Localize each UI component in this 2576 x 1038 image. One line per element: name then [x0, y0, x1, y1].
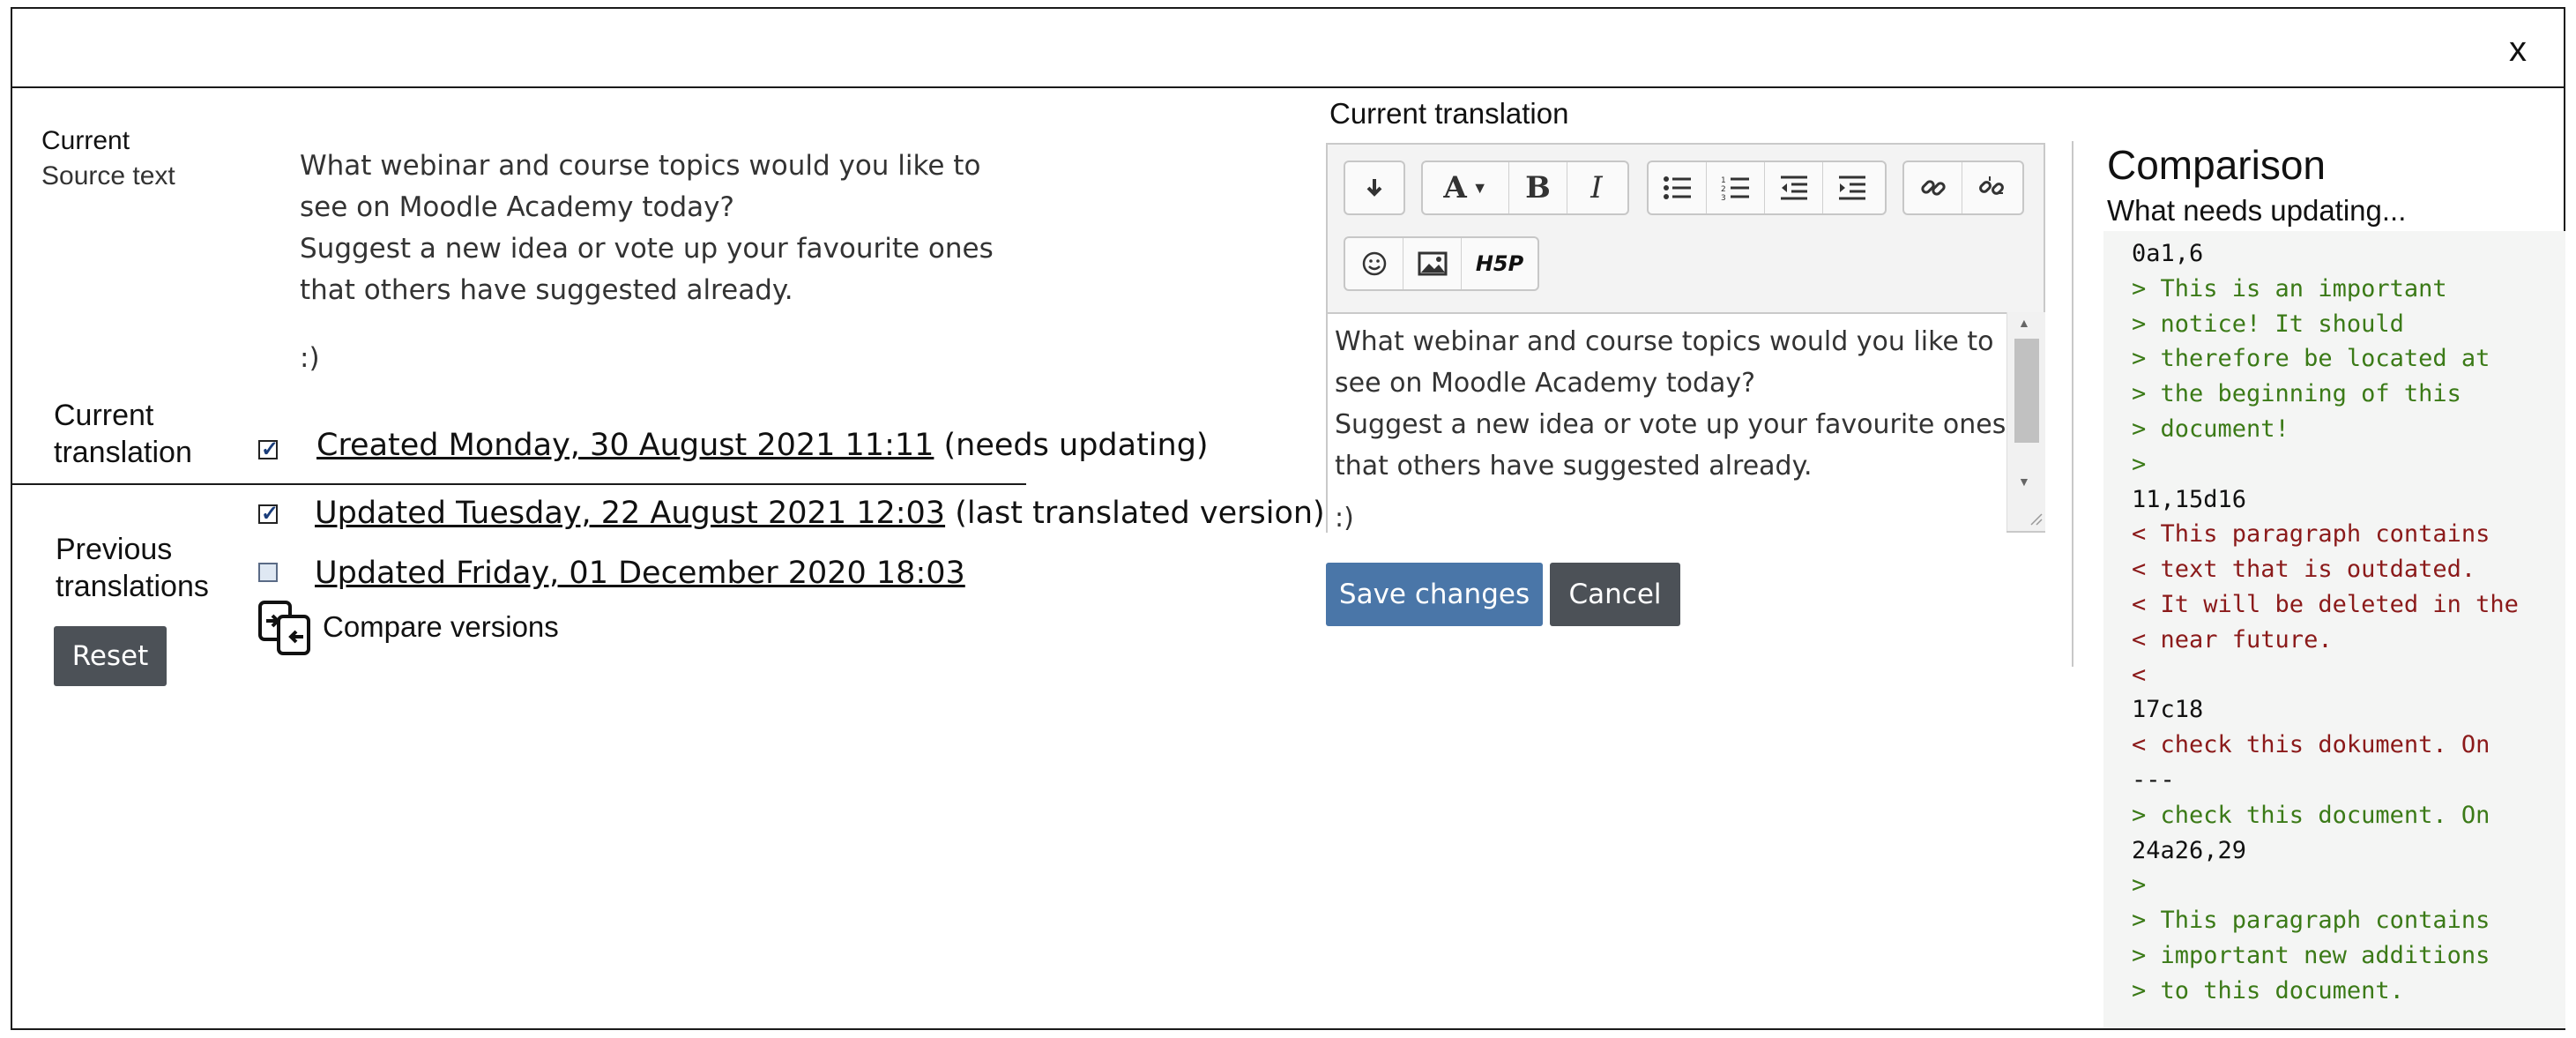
- diff-line-header: 11,15d16: [2132, 485, 2247, 513]
- diff-line-added: > important new additions: [2132, 941, 2490, 969]
- indent-icon[interactable]: [1823, 162, 1881, 213]
- comparison-subtitle: What needs updating...: [2107, 194, 2407, 227]
- previous-translations-label: Previous translations: [56, 531, 209, 605]
- comparison-divider: [2072, 141, 2073, 667]
- previous-version-1-status: (last translated version): [945, 496, 1325, 531]
- diff-line-header: 17c18: [2132, 696, 2204, 724]
- diff-line-removed: < text that is outdated.: [2132, 556, 2476, 584]
- svg-text:3: 3: [1721, 194, 1726, 201]
- current-translation-label-line1: Current: [54, 399, 154, 432]
- translation-editor: A ▼ B I 123 H5P What webinar and course …: [1326, 143, 2045, 533]
- previous-version-2-checkbox[interactable]: [258, 563, 278, 582]
- title-bar-divider: [11, 86, 2565, 88]
- diff-line-added: > check this document. On: [2132, 801, 2490, 829]
- source-paragraph-1: What webinar and course topics would you…: [300, 150, 981, 223]
- editor-heading: Current translation: [1329, 97, 1569, 130]
- close-button[interactable]: x: [2509, 30, 2527, 70]
- unordered-list-icon[interactable]: [1649, 162, 1707, 213]
- diff-output: 0a1,6 > This is an important > notice! It …: [2103, 231, 2565, 1028]
- previous-version-2-link[interactable]: Updated Friday, 01 December 2020 18:03: [315, 556, 965, 591]
- current-translation-label: Current translation: [54, 397, 192, 471]
- link-icon[interactable]: [1904, 162, 1962, 213]
- source-paragraph-3: :): [300, 342, 320, 374]
- diff-line-added: > document!: [2132, 414, 2289, 443]
- editor-paragraph-2: Suggest a new idea or vote up your favou…: [1335, 409, 2006, 482]
- save-changes-button[interactable]: Save changes: [1326, 563, 1543, 626]
- toolbar-group-2: A ▼ B I: [1421, 161, 1629, 215]
- scroll-thumb[interactable]: [2014, 339, 2039, 443]
- toolbar-group-3: 123: [1647, 161, 1887, 215]
- emoji-icon[interactable]: [1345, 238, 1403, 289]
- diff-line-added: >: [2132, 871, 2147, 900]
- diff-line-header: 0a1,6: [2132, 240, 2204, 267]
- editor-paragraph-3: :): [1335, 503, 1354, 533]
- diff-line-removed: < This paragraph contains: [2132, 520, 2490, 549]
- editor-paragraph-1: What webinar and course topics would you…: [1335, 326, 1994, 399]
- cancel-button[interactable]: Cancel: [1550, 563, 1680, 626]
- return-icon[interactable]: [1345, 162, 1403, 213]
- toolbar-group-1: [1344, 161, 1405, 215]
- diff-line-added: > notice! It should: [2132, 310, 2404, 338]
- diff-line-header: ---: [2132, 765, 2175, 794]
- previous-translations-label-line2: translations: [56, 570, 209, 603]
- font-icon[interactable]: A ▼: [1423, 162, 1509, 213]
- diff-line-added: > therefore be located at: [2132, 345, 2490, 373]
- unlink-icon[interactable]: [1962, 162, 2021, 213]
- source-label-line1: Current: [41, 126, 130, 155]
- diff-line-header: 24a26,29: [2132, 836, 2247, 864]
- previous-version-1-link[interactable]: Updated Tuesday, 22 August 2021 12:03: [315, 496, 945, 531]
- resize-handle-icon[interactable]: [2029, 512, 2043, 526]
- diff-line-removed: < near future.: [2132, 625, 2333, 653]
- source-paragraph-2: Suggest a new idea or vote up your favou…: [300, 233, 994, 306]
- diff-line-added: >: [2132, 450, 2147, 478]
- compare-versions-icon[interactable]: [257, 600, 314, 656]
- image-icon[interactable]: [1403, 238, 1462, 289]
- toolbar-group-4: [1902, 161, 2024, 215]
- source-text: What webinar and course topics would you…: [300, 146, 1023, 379]
- current-translation-checkbox[interactable]: [258, 437, 279, 462]
- svg-text:1: 1: [1721, 176, 1726, 185]
- diff-line-added: > This paragraph contains: [2132, 907, 2490, 935]
- diff-line-removed: < check this dokument. On: [2132, 731, 2490, 759]
- diff-line-removed: <: [2132, 661, 2147, 689]
- editor-scrollbar[interactable]: ▲ ▼: [2006, 312, 2045, 531]
- reset-button[interactable]: Reset: [54, 626, 167, 686]
- previous-version-1-checkbox[interactable]: [258, 501, 279, 526]
- editor-content-area[interactable]: What webinar and course topics would you…: [1328, 312, 2006, 533]
- diff-line-added: > the beginning of this: [2132, 380, 2461, 408]
- h5p-icon[interactable]: H5P: [1462, 238, 1537, 289]
- previous-translations-label-line1: Previous: [56, 533, 173, 566]
- toolbar-group-5: H5P: [1344, 236, 1539, 291]
- current-translation-label-line2: translation: [54, 436, 192, 469]
- source-label-line2: Source text: [41, 161, 175, 190]
- ordered-list-icon[interactable]: 123: [1707, 162, 1765, 213]
- diff-lines: 0a1,6 > This is an important > notice! It …: [2132, 236, 2519, 1009]
- diff-line-removed: < It will be deleted in the: [2132, 590, 2519, 618]
- source-label: Current Source text: [41, 123, 175, 194]
- scroll-down-icon[interactable]: ▼: [2018, 474, 2030, 489]
- current-translation-version: Created Monday, 30 August 2021 11:11 (ne…: [316, 428, 1209, 463]
- current-translation-link[interactable]: Created Monday, 30 August 2021 11:11: [316, 428, 934, 463]
- comparison-title: Comparison: [2107, 142, 2326, 188]
- outdent-icon[interactable]: [1765, 162, 1823, 213]
- scroll-up-icon[interactable]: ▲: [2018, 316, 2030, 330]
- previous-version-2: Updated Friday, 01 December 2020 18:03: [315, 556, 965, 591]
- bold-icon[interactable]: B: [1509, 162, 1567, 213]
- diff-line-added: > This is an important: [2132, 274, 2447, 302]
- diff-line-added: > to this document.: [2132, 976, 2404, 1004]
- italic-icon[interactable]: I: [1567, 162, 1626, 213]
- current-translation-status: (needs updating): [934, 428, 1209, 463]
- section-divider: [11, 483, 1026, 485]
- svg-text:2: 2: [1721, 185, 1726, 194]
- previous-version-1: Updated Tuesday, 22 August 2021 12:03 (l…: [315, 496, 1325, 531]
- compare-versions-label[interactable]: Compare versions: [323, 610, 559, 644]
